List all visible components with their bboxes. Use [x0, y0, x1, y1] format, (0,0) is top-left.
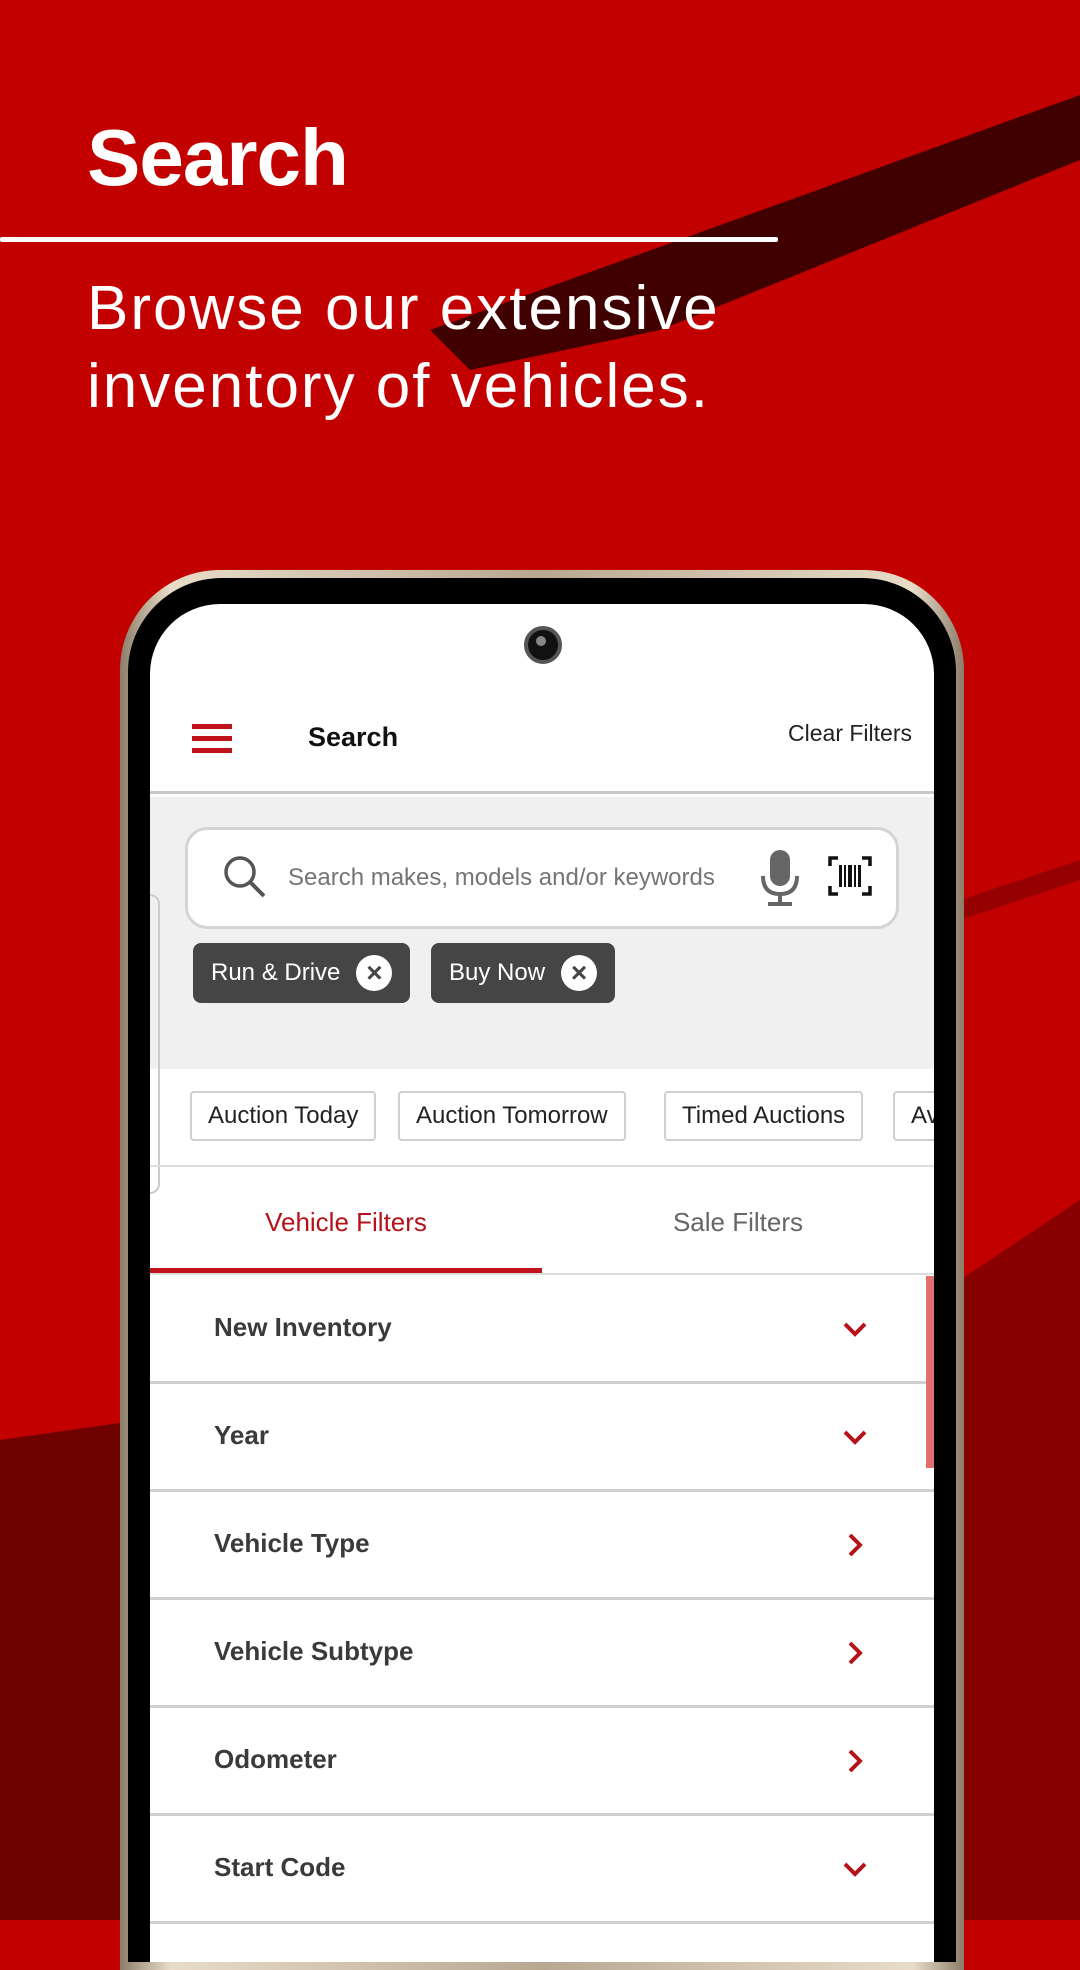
active-filter-chip[interactable]: Run & Drive × — [193, 943, 411, 1003]
app-screen: Search Clear Filters Run & Drive × Buy N… — [150, 604, 934, 1962]
chip-label: Run & Drive — [211, 959, 341, 986]
quick-filter-available[interactable]: Ava — [893, 1091, 934, 1141]
remove-filter-icon[interactable]: × — [561, 955, 598, 991]
search-area: Run & Drive × Buy Now × — [150, 797, 934, 1069]
phone-frame: Search Clear Filters Run & Drive × Buy N… — [120, 570, 964, 1970]
search-input[interactable] — [288, 864, 748, 892]
search-box[interactable] — [185, 827, 899, 929]
quick-filters: Auction Today Auction Tomorrow Timed Auc… — [150, 1069, 934, 1167]
filter-label: Vehicle Subtype — [214, 1636, 414, 1666]
quick-filter-timed-auctions[interactable]: Timed Auctions — [664, 1091, 864, 1141]
chevron-down-icon — [843, 1430, 867, 1445]
chevron-down-icon — [843, 1322, 867, 1337]
filter-row-new-inventory[interactable]: New Inventory — [150, 1276, 934, 1384]
filter-label: Odometer — [214, 1744, 337, 1774]
page-title: Search — [308, 722, 399, 752]
filter-label: Start Code — [214, 1852, 346, 1882]
filter-row-vehicle-subtype[interactable]: Vehicle Subtype — [150, 1600, 934, 1708]
quick-filter-auction-tomorrow[interactable]: Auction Tomorrow — [398, 1091, 626, 1141]
filter-row-vehicle-type[interactable]: Vehicle Type — [150, 1492, 934, 1600]
chevron-right-icon — [848, 1749, 863, 1773]
app-bar: Search Clear Filters — [150, 694, 934, 794]
hamburger-icon[interactable] — [192, 724, 232, 754]
filter-label: New Inventory — [214, 1312, 392, 1342]
filter-row-start-code[interactable]: Start Code — [150, 1816, 934, 1924]
tab-sale-filters[interactable]: Sale Filters — [542, 1169, 934, 1273]
camera-icon — [524, 626, 562, 664]
search-icon — [224, 856, 266, 898]
clear-filters-button[interactable]: Clear Filters — [788, 720, 912, 747]
divider — [0, 237, 778, 242]
chevron-down-icon — [843, 1862, 867, 1877]
microphone-icon[interactable] — [758, 848, 802, 908]
active-filter-chip[interactable]: Buy Now × — [431, 943, 616, 1003]
promo-subtitle: Browse our extensive inventory of vehicl… — [87, 274, 720, 421]
filter-label: Year — [214, 1420, 269, 1450]
filter-list: New Inventory Year Vehicle Type Vehicle … — [150, 1276, 934, 1924]
remove-filter-icon[interactable]: × — [356, 955, 393, 991]
tab-vehicle-filters[interactable]: Vehicle Filters — [150, 1169, 542, 1273]
filter-label: Vehicle Type — [214, 1528, 370, 1558]
barcode-scan-icon[interactable] — [828, 856, 872, 896]
chip-label: Buy Now — [449, 959, 546, 986]
filter-row-year[interactable]: Year — [150, 1384, 934, 1492]
promo-title: Search — [87, 113, 349, 202]
chevron-right-icon — [848, 1533, 863, 1557]
scrollbar[interactable] — [926, 1276, 934, 1468]
filter-row-odometer[interactable]: Odometer — [150, 1708, 934, 1816]
filter-tabs: Vehicle Filters Sale Filters — [150, 1169, 934, 1275]
chevron-right-icon — [848, 1641, 863, 1665]
quick-filter-auction-today[interactable]: Auction Today — [190, 1091, 377, 1141]
